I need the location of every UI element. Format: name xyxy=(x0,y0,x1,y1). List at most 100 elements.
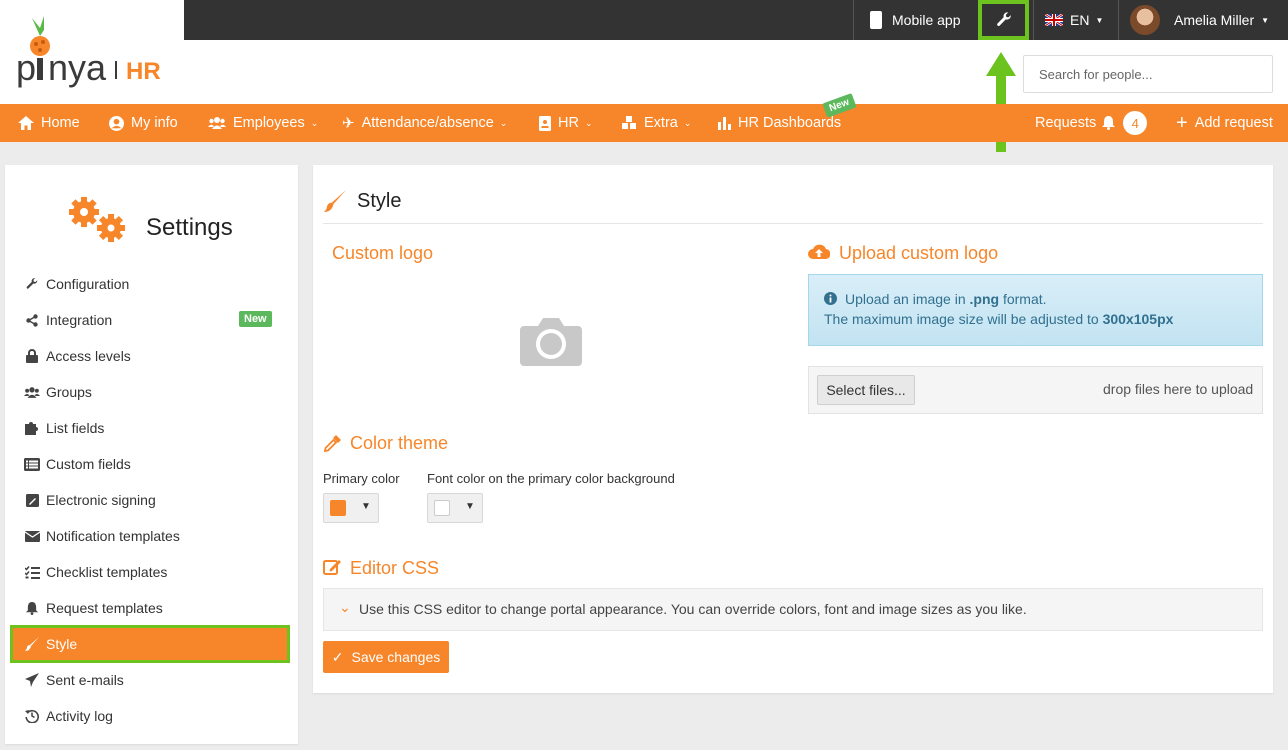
info-line-1: Upload an image in .png format. xyxy=(845,291,1047,307)
color-swatch xyxy=(434,500,450,516)
divider xyxy=(1118,0,1119,40)
sidebar-item-label: Style xyxy=(46,636,78,652)
chevron-down-icon: ⌄ xyxy=(584,117,593,128)
cubes-icon xyxy=(622,116,636,129)
chevron-down-icon: ⌄ xyxy=(310,117,319,128)
nav-hr-label: HR xyxy=(558,115,579,131)
sidebar-item-label: Notification templates xyxy=(46,528,180,544)
users-icon xyxy=(208,117,226,129)
sidebar-item-label: Activity log xyxy=(46,708,113,724)
nav-employees[interactable]: Employees ⌄ xyxy=(208,104,318,142)
eyedropper-icon xyxy=(324,435,341,452)
nav-attendance-label: Attendance/absence xyxy=(361,115,494,131)
search-input[interactable] xyxy=(1023,55,1273,93)
sidebar-item-list-fields[interactable]: List fields xyxy=(24,416,104,440)
save-changes-button[interactable]: ✓ Save changes xyxy=(323,641,449,673)
sidebar-item-configuration[interactable]: Configuration xyxy=(24,272,129,296)
sidebar-item-label: Access levels xyxy=(46,348,131,364)
caret-down-icon: ▼ xyxy=(1095,15,1104,25)
user-menu[interactable]: Amelia Miller ▼ xyxy=(1130,0,1269,40)
home-icon xyxy=(18,116,34,130)
sidebar-item-label: Electronic signing xyxy=(46,492,156,508)
nav-employees-label: Employees xyxy=(233,115,305,131)
svg-text:nya: nya xyxy=(48,47,107,88)
chevron-down-icon: ⌄ xyxy=(683,117,692,128)
sidebar-item-notification-templates[interactable]: Notification templates xyxy=(24,524,180,548)
lock-icon xyxy=(24,349,40,363)
primary-color-picker[interactable]: ▼ xyxy=(323,493,379,523)
nav-attendance[interactable]: ✈ Attendance/absence ⌄ xyxy=(342,104,507,142)
nav-home[interactable]: Home xyxy=(18,104,80,142)
divider xyxy=(323,223,1263,224)
cloud-upload-icon xyxy=(808,244,830,259)
dropzone-hint: drop files here to upload xyxy=(1103,381,1254,397)
sidebar-item-electronic-signing[interactable]: Electronic signing xyxy=(24,488,156,512)
user-circle-icon xyxy=(109,115,124,131)
sidebar-item-custom-fields[interactable]: Custom fields xyxy=(24,452,131,476)
requests-count-badge: 4 xyxy=(1123,111,1148,135)
brush-icon xyxy=(24,637,40,651)
check-icon: ✓ xyxy=(331,648,344,665)
sidebar-item-label: Groups xyxy=(46,384,92,400)
envelope-icon xyxy=(24,530,40,542)
select-files-button[interactable]: Select files... xyxy=(817,375,915,405)
sidebar-item-sent-emails[interactable]: Sent e-mails xyxy=(24,668,124,692)
info-icon xyxy=(824,292,837,305)
sidebar-item-label: Custom fields xyxy=(46,456,131,472)
divider xyxy=(1033,0,1034,40)
sidebar-item-label: List fields xyxy=(46,420,105,436)
nav-hr-dashboards[interactable]: HR Dashboards xyxy=(718,104,841,142)
bell-icon xyxy=(24,601,40,615)
nav-my-info-label: My info xyxy=(131,115,178,131)
pinya-logo[interactable]: p nya HR xyxy=(0,0,184,104)
wrench-icon xyxy=(24,277,40,291)
top-bar xyxy=(184,0,1288,40)
sign-icon xyxy=(24,493,40,507)
language-label: EN xyxy=(1070,12,1090,28)
uk-flag-icon xyxy=(1045,14,1063,26)
bar-chart-icon xyxy=(718,116,731,130)
primary-color-label: Primary color xyxy=(323,471,400,486)
nav-requests[interactable]: Requests 4 xyxy=(1035,104,1148,142)
nav-hr[interactable]: HR ⌄ xyxy=(539,104,593,142)
font-color-picker[interactable]: ▼ xyxy=(427,493,483,523)
nav-requests-label: Requests xyxy=(1035,115,1097,131)
sidebar-item-style[interactable]: Style xyxy=(24,632,77,656)
divider xyxy=(853,0,854,40)
add-request-button[interactable]: + Add request xyxy=(1176,104,1273,142)
user-name: Amelia Miller xyxy=(1174,12,1255,28)
camera-icon xyxy=(520,318,582,366)
id-card-icon xyxy=(539,115,551,131)
sidebar-item-checklist-templates[interactable]: Checklist templates xyxy=(24,560,167,584)
puzzle-icon xyxy=(24,421,40,435)
nav-my-info[interactable]: My info xyxy=(109,104,178,142)
chevron-down-icon: ⌄ xyxy=(499,117,508,128)
mobile-app-link[interactable]: Mobile app xyxy=(870,0,961,40)
sidebar-item-groups[interactable]: Groups xyxy=(24,380,92,404)
font-color-label: Font color on the primary color backgrou… xyxy=(427,471,675,486)
sidebar-item-access-levels[interactable]: Access levels xyxy=(24,344,131,368)
svg-text:p: p xyxy=(16,47,37,88)
sidebar-item-integration[interactable]: Integration xyxy=(24,308,112,332)
avatar xyxy=(1130,5,1160,35)
language-selector[interactable]: EN ▼ xyxy=(1045,0,1103,40)
nav-extra-label: Extra xyxy=(644,115,678,131)
editor-css-heading: Editor CSS xyxy=(350,558,440,578)
sidebar-title: Settings xyxy=(146,214,233,241)
history-icon xyxy=(24,709,40,723)
edit-icon xyxy=(323,560,341,575)
sidebar-item-label: Integration xyxy=(46,312,113,328)
save-changes-label: Save changes xyxy=(351,649,441,665)
nav-extra[interactable]: Extra ⌄ xyxy=(621,104,691,142)
upload-logo-heading: Upload custom logo xyxy=(839,243,999,263)
plus-icon: + xyxy=(1176,112,1188,134)
caret-down-icon: ▼ xyxy=(361,501,371,512)
css-editor-hint: Use this CSS editor to change portal app… xyxy=(359,601,1027,617)
highlight-box xyxy=(978,0,1029,40)
plane-icon: ✈ xyxy=(342,115,355,132)
list-icon xyxy=(24,457,40,471)
sidebar-item-activity-log[interactable]: Activity log xyxy=(24,704,113,728)
add-request-label: Add request xyxy=(1194,115,1273,131)
sidebar-item-request-templates[interactable]: Request templates xyxy=(24,596,163,620)
logo-area: p nya HR xyxy=(0,0,184,104)
